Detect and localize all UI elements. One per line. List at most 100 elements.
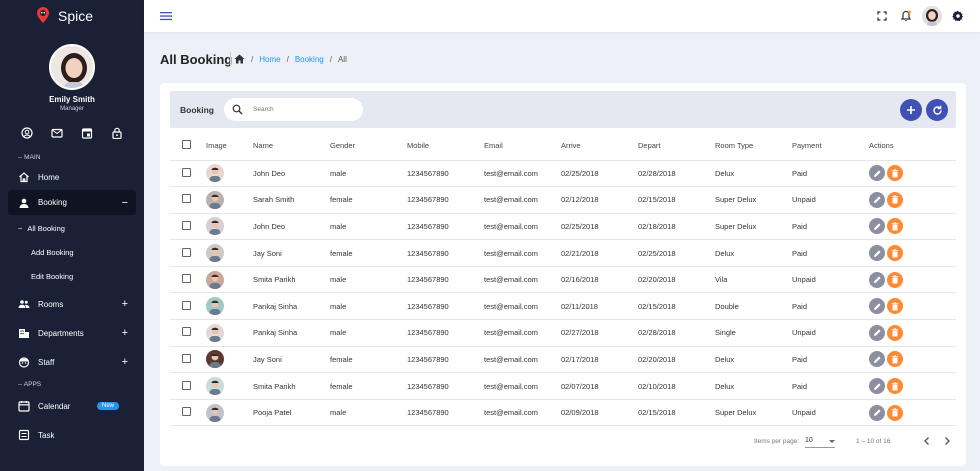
- edit-button[interactable]: [869, 351, 885, 368]
- breadcrumb-home[interactable]: Home: [259, 55, 280, 64]
- column-mobile[interactable]: Mobile: [407, 131, 484, 161]
- sidebar-subitem-add-booking[interactable]: Add Booking: [0, 240, 144, 264]
- delete-button[interactable]: [887, 404, 903, 421]
- brand[interactable]: Spice: [0, 0, 144, 32]
- cell-name: Smita Parikh: [253, 266, 330, 294]
- table-row[interactable]: Jay Soni female 1234567890 test@email.com 02…: [170, 239, 956, 267]
- sidebar-subitem-all-booking[interactable]: − All Booking: [0, 216, 144, 240]
- guest-avatar: [206, 323, 224, 342]
- delete-button[interactable]: [887, 324, 903, 341]
- menu-icon[interactable]: [160, 11, 172, 21]
- delete-button[interactable]: [887, 245, 903, 262]
- table-row[interactable]: Sarah Smith female 1234567890 test@email.co…: [170, 186, 956, 214]
- cell-depart: 02/15/2018: [638, 186, 715, 214]
- column-name[interactable]: Name: [253, 131, 330, 161]
- column-payment[interactable]: Payment: [792, 131, 869, 161]
- delete-button[interactable]: [887, 271, 903, 288]
- table-row[interactable]: Pankaj Sinha male 1234567890 test@email.com…: [170, 292, 956, 321]
- table-row[interactable]: Pooja Patel male 1234567890 test@email.com 0…: [170, 399, 956, 427]
- user-avatar[interactable]: [922, 6, 942, 26]
- search-input[interactable]: [253, 106, 353, 113]
- edit-button[interactable]: [869, 404, 885, 421]
- table-row[interactable]: John Deo male 1234567890 test@email.com 02/2…: [170, 213, 956, 241]
- sidebar-item-staff[interactable]: Staff +: [0, 349, 144, 375]
- edit-button[interactable]: [869, 378, 885, 395]
- user-photo-icon: [922, 6, 942, 26]
- cell-payment: Paid: [792, 292, 869, 321]
- row-checkbox[interactable]: [182, 327, 191, 337]
- column-room-type[interactable]: Room Type: [715, 131, 792, 161]
- quick-actions: [0, 126, 144, 140]
- sidebar-subitem-edit-booking[interactable]: Edit Booking: [0, 264, 144, 288]
- sidebar-item-rooms[interactable]: Rooms +: [0, 291, 144, 317]
- home-icon: [19, 172, 29, 183]
- row-checkbox[interactable]: [182, 380, 191, 390]
- refresh-button[interactable]: [926, 99, 948, 121]
- delete-button[interactable]: [887, 191, 903, 208]
- edit-button[interactable]: [869, 271, 885, 288]
- expand-icon[interactable]: +: [122, 356, 128, 368]
- row-checkbox[interactable]: [182, 353, 191, 363]
- home-icon[interactable]: [234, 54, 245, 64]
- table-row[interactable]: Smita Parikh male 1234567890 test@email.com…: [170, 266, 956, 294]
- column-email[interactable]: Email: [484, 131, 561, 161]
- column-arrive[interactable]: Arrive: [561, 131, 638, 161]
- edit-button[interactable]: [869, 165, 885, 182]
- collapse-icon[interactable]: −: [122, 197, 128, 209]
- breadcrumb-booking[interactable]: Booking: [295, 55, 324, 64]
- account-circle-icon[interactable]: [21, 127, 33, 139]
- table-row[interactable]: Smita Parikh female 1234567890 test@email.c…: [170, 372, 956, 400]
- search-box[interactable]: [224, 98, 363, 121]
- mail-icon[interactable]: [51, 127, 63, 139]
- edit-button[interactable]: [869, 298, 885, 315]
- column-depart[interactable]: Depart: [638, 131, 715, 161]
- profile-avatar[interactable]: [49, 44, 95, 90]
- sidebar-item-task[interactable]: Task: [0, 422, 144, 448]
- sidebar-item-label: Departments: [38, 328, 84, 338]
- table-row[interactable]: John Deo male 1234567890 test@email.com 02/2…: [170, 160, 956, 188]
- row-checkbox[interactable]: [182, 300, 191, 310]
- table-row[interactable]: Pankaj Sinha male 1234567890 test@email.com…: [170, 319, 956, 347]
- row-checkbox[interactable]: [182, 220, 191, 230]
- sidebar-item-calendar[interactable]: Calendar New: [0, 393, 144, 419]
- row-checkbox[interactable]: [182, 407, 191, 417]
- fullscreen-icon[interactable]: [876, 10, 888, 22]
- settings-icon[interactable]: [952, 10, 964, 22]
- select-all-checkbox[interactable]: [182, 139, 191, 149]
- cell-mobile: 1234567890: [407, 160, 484, 188]
- sidebar-item-departments[interactable]: Departments +: [0, 320, 144, 346]
- sidebar-item-home[interactable]: Home: [0, 164, 144, 190]
- row-checkbox[interactable]: [182, 247, 191, 257]
- delete-button[interactable]: [887, 351, 903, 368]
- column-gender[interactable]: Gender: [330, 131, 407, 161]
- bell-icon[interactable]: [900, 10, 912, 22]
- delete-button[interactable]: [887, 378, 903, 395]
- chevron-right-icon[interactable]: [942, 436, 952, 446]
- delete-button[interactable]: [887, 298, 903, 315]
- edit-button[interactable]: [869, 191, 885, 208]
- cell-gender: female: [330, 239, 407, 267]
- row-checkbox[interactable]: [182, 274, 191, 284]
- delete-button[interactable]: [887, 165, 903, 182]
- guest-avatar: [206, 297, 224, 316]
- add-booking-button[interactable]: [900, 99, 922, 121]
- expand-icon[interactable]: +: [122, 298, 128, 310]
- section-label-main: -- MAIN: [18, 154, 41, 161]
- table-row[interactable]: Jay Soni female 1234567890 test@email.com 02…: [170, 346, 956, 374]
- calendar-icon[interactable]: [81, 127, 93, 139]
- expand-icon[interactable]: +: [122, 327, 128, 339]
- edit-button[interactable]: [869, 324, 885, 341]
- edit-button[interactable]: [869, 245, 885, 262]
- row-checkbox[interactable]: [182, 194, 191, 204]
- sidebar-item-booking[interactable]: Booking −: [8, 190, 136, 215]
- cell-mobile: 1234567890: [407, 399, 484, 427]
- trash-icon: [891, 381, 899, 391]
- column-image[interactable]: Image: [206, 131, 253, 161]
- page-size-select[interactable]: 10: [805, 437, 835, 448]
- chevron-left-icon[interactable]: [922, 436, 932, 446]
- profile-role: Manager: [60, 106, 84, 112]
- lock-icon[interactable]: [111, 127, 123, 139]
- row-checkbox[interactable]: [182, 167, 191, 177]
- edit-button[interactable]: [869, 218, 885, 235]
- delete-button[interactable]: [887, 218, 903, 235]
